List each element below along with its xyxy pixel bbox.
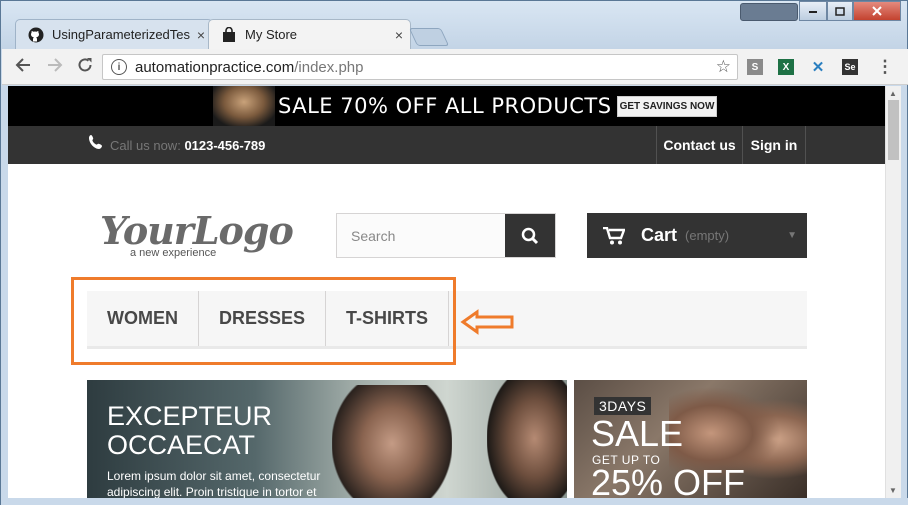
search-icon bbox=[521, 227, 539, 244]
homepage-slider[interactable]: EXCEPTEUR OCCAECAT Lorem ipsum dolor sit … bbox=[87, 380, 567, 498]
annotation-highlight-box bbox=[71, 277, 456, 365]
url-path: /index.php bbox=[294, 58, 364, 76]
call-prefix: Call us now: bbox=[110, 138, 181, 153]
cart-icon bbox=[603, 226, 625, 244]
window-close-button[interactable] bbox=[853, 1, 901, 21]
selenium-extension-icon[interactable]: Se bbox=[842, 59, 858, 75]
banner-model-image bbox=[213, 86, 275, 126]
promo-percent: 25% OFF bbox=[591, 462, 746, 499]
window-controls bbox=[799, 1, 901, 21]
browser-toolbar: i automationpractice.com/index.php ☆ S X… bbox=[2, 49, 908, 85]
top-nav: Call us now: 0123-456-789 Contact us Sig… bbox=[8, 126, 885, 164]
banner-text: SALE 70% OFF ALL PRODUCTS bbox=[278, 94, 612, 118]
slider-title: EXCEPTEUR OCCAECAT bbox=[107, 402, 347, 460]
address-bar[interactable]: i automationpractice.com/index.php ☆ bbox=[102, 54, 738, 80]
sign-in-link[interactable]: Sign in bbox=[742, 126, 806, 164]
sale-banner[interactable]: SALE 70% OFF ALL PRODUCTS GET SAVINGS NO… bbox=[8, 86, 885, 126]
slider-model-image bbox=[332, 385, 452, 498]
minimize-button[interactable] bbox=[799, 1, 827, 21]
window-bottom-edge bbox=[1, 498, 908, 505]
back-arrow-icon[interactable] bbox=[12, 57, 34, 77]
promo-sale: SALE bbox=[591, 413, 684, 454]
forward-arrow-icon[interactable] bbox=[44, 57, 66, 77]
phone-icon bbox=[88, 134, 104, 155]
contact-us-link[interactable]: Contact us bbox=[656, 126, 742, 164]
github-icon bbox=[28, 27, 44, 43]
scroll-down-icon[interactable]: ▼ bbox=[889, 486, 897, 495]
store-logo[interactable]: YourLogo a new experience bbox=[100, 208, 294, 259]
search-button[interactable] bbox=[505, 214, 555, 257]
reload-icon[interactable] bbox=[74, 57, 96, 77]
cart-status: (empty) bbox=[685, 228, 730, 243]
get-savings-button[interactable]: GET SAVINGS NOW bbox=[617, 96, 717, 117]
info-icon[interactable]: i bbox=[111, 59, 127, 75]
maximize-button[interactable] bbox=[827, 1, 853, 21]
excel-extension-icon[interactable]: X bbox=[778, 59, 794, 75]
close-tab-icon[interactable]: × bbox=[388, 27, 410, 43]
tab-my-store[interactable]: My Store × bbox=[208, 19, 411, 49]
vertical-scrollbar[interactable]: ▲ ▼ bbox=[885, 86, 901, 498]
store-header: YourLogo a new experience Search Cart (e… bbox=[8, 164, 885, 498]
cart-label: Cart bbox=[641, 225, 678, 245]
browser-window: UsingParameterizedTes × My Store × i aut… bbox=[0, 0, 908, 505]
tab-label: My Store bbox=[245, 27, 298, 42]
annotation-arrow-icon bbox=[460, 309, 514, 335]
chevron-down-icon: ▼ bbox=[787, 230, 797, 241]
scroll-up-icon[interactable]: ▲ bbox=[889, 89, 897, 98]
bookmark-star-icon[interactable]: ☆ bbox=[716, 57, 731, 77]
tab-github[interactable]: UsingParameterizedTes × bbox=[15, 19, 213, 49]
tools-extension-icon[interactable]: ✕ bbox=[810, 59, 826, 76]
phone-number: 0123-456-789 bbox=[184, 138, 266, 153]
url-host: automationpractice.com bbox=[135, 58, 295, 76]
new-tab-button[interactable] bbox=[408, 28, 450, 46]
logo-tagline: a new experience bbox=[130, 247, 217, 259]
page-viewport: SALE 70% OFF ALL PRODUCTS GET SAVINGS NO… bbox=[8, 86, 885, 498]
promo-banner[interactable]: 3DAYS SALE GET UP TO 25% OFF bbox=[574, 380, 807, 498]
tab-label: UsingParameterizedTes bbox=[52, 27, 190, 42]
title-bar: UsingParameterizedTes × My Store × bbox=[1, 1, 907, 49]
scrollbar-thumb[interactable] bbox=[888, 100, 899, 160]
search-input[interactable]: Search bbox=[337, 214, 505, 257]
s-extension-icon[interactable]: S bbox=[747, 59, 763, 75]
slider-title-line1: EXCEPTEUR bbox=[107, 401, 273, 431]
slider-model-image-2 bbox=[487, 380, 567, 498]
store-favicon-icon bbox=[221, 26, 237, 43]
cart-button[interactable]: Cart (empty) ▼ bbox=[587, 213, 807, 258]
slider-title-line2: OCCAECAT bbox=[107, 430, 256, 460]
slider-text: Lorem ipsum dolor sit amet, consectetur … bbox=[107, 469, 321, 498]
call-us-text: Call us now: 0123-456-789 bbox=[110, 138, 265, 153]
user-profile-badge[interactable] bbox=[740, 3, 798, 21]
search-box: Search bbox=[336, 213, 556, 258]
menu-kebab-icon[interactable]: ⋮ bbox=[874, 57, 896, 77]
